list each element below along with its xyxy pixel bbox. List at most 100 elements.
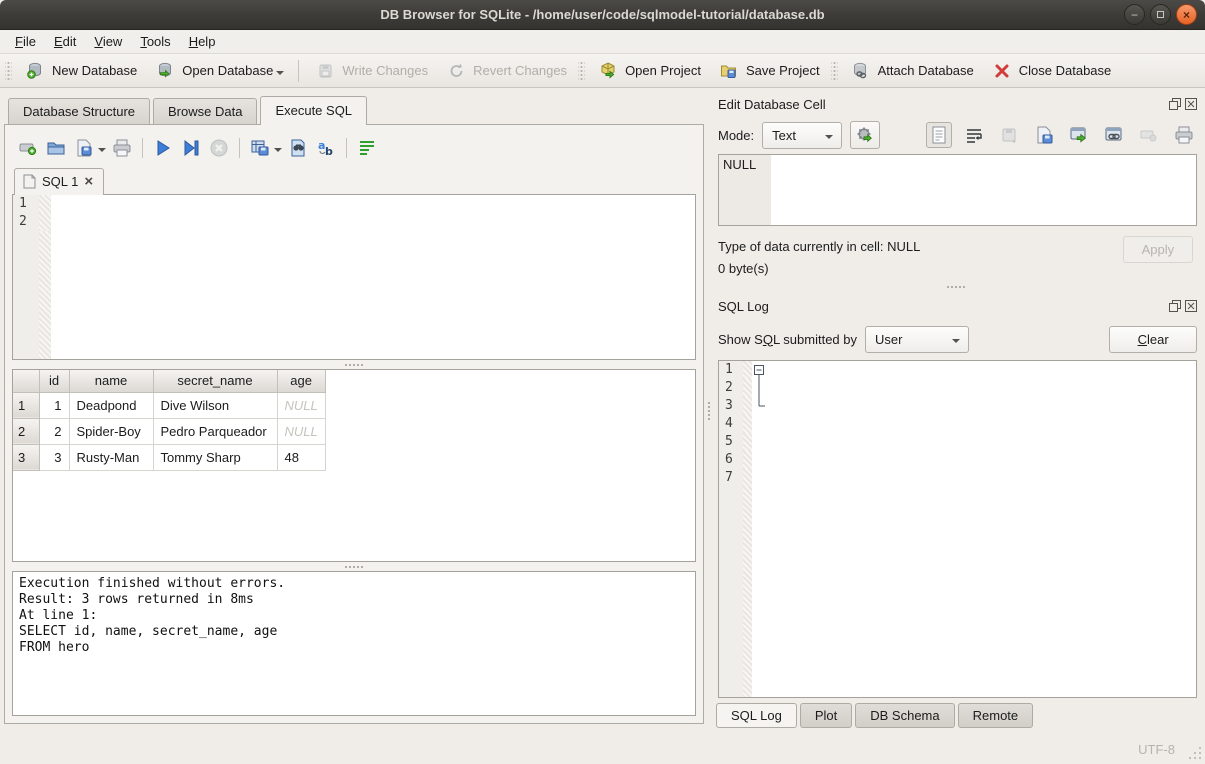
- close-dock-icon[interactable]: [1185, 300, 1197, 312]
- tab-execute-sql[interactable]: Execute SQL: [260, 96, 367, 125]
- menu-view[interactable]: View: [85, 31, 131, 52]
- code-line-1[interactable]: 1: [719, 361, 1196, 379]
- code-line-1[interactable]: 1: [13, 195, 695, 213]
- chevron-down-icon: [952, 339, 960, 347]
- table-cell[interactable]: Dive Wilson: [153, 392, 277, 418]
- splitter-left-right[interactable]: [704, 88, 714, 734]
- code-line-5[interactable]: 5: [719, 433, 1196, 451]
- table-cell[interactable]: Tommy Sharp: [153, 444, 277, 470]
- splitter-editor-results[interactable]: [12, 360, 696, 369]
- table-cell[interactable]: 3: [39, 444, 69, 470]
- bottom-tab-sql-log[interactable]: SQL Log: [716, 703, 797, 728]
- save-sql-file-icon[interactable]: [72, 136, 96, 160]
- resize-grip[interactable]: [1189, 747, 1201, 759]
- code-line-6[interactable]: 6: [719, 451, 1196, 469]
- close-button[interactable]: ×: [1176, 4, 1197, 25]
- tab-database-structure[interactable]: Database Structure: [8, 98, 150, 124]
- splitter-cell-log[interactable]: [714, 280, 1197, 294]
- row-header[interactable]: 2: [13, 418, 39, 444]
- menu-file[interactable]: File: [6, 31, 45, 52]
- titlebar[interactable]: DB Browser for SQLite - /home/user/code/…: [0, 0, 1205, 30]
- menu-edit[interactable]: Edit: [45, 31, 85, 52]
- table-cell[interactable]: NULL: [277, 392, 325, 418]
- maximize-button[interactable]: [1150, 4, 1171, 25]
- bottom-tab-db-schema[interactable]: DB Schema: [855, 703, 954, 728]
- attach-database-button[interactable]: Attach Database: [841, 55, 982, 87]
- row-header[interactable]: 3: [13, 444, 39, 470]
- toolbar-handle[interactable]: [831, 60, 838, 82]
- code-line-4[interactable]: 4: [719, 415, 1196, 433]
- bottom-tab-remote[interactable]: Remote: [958, 703, 1034, 728]
- execution-message-pane[interactable]: Execution finished without errors. Resul…: [12, 571, 696, 716]
- table-cell[interactable]: Rusty-Man: [69, 444, 153, 470]
- row-header[interactable]: 1: [13, 392, 39, 418]
- open-database-dropdown-caret[interactable]: [276, 71, 284, 79]
- maximize-icon: [1157, 11, 1164, 18]
- table-cell[interactable]: 48: [277, 444, 325, 470]
- toolbar-handle[interactable]: [578, 60, 585, 82]
- menu-tools[interactable]: Tools: [131, 31, 179, 52]
- sql-doc-tab[interactable]: SQL 1 ×: [14, 168, 104, 195]
- save-sql-dropdown-caret[interactable]: [98, 148, 106, 156]
- mode-select[interactable]: Text: [762, 122, 842, 149]
- submitted-by-select[interactable]: User: [865, 326, 969, 353]
- apply-button: Apply: [1123, 236, 1194, 263]
- open-database-button[interactable]: Open Database: [145, 55, 292, 87]
- corner-header[interactable]: [13, 370, 39, 392]
- column-header-secret-name[interactable]: secret_name: [153, 370, 277, 392]
- apply-data-button[interactable]: [850, 121, 880, 149]
- cell-value-editor[interactable]: NULL: [718, 154, 1197, 226]
- new-database-button[interactable]: New Database: [15, 55, 145, 87]
- close-dock-icon[interactable]: [1185, 98, 1197, 110]
- table-cell[interactable]: Pedro Parqueador: [153, 418, 277, 444]
- code-line-3[interactable]: 3: [719, 397, 1196, 415]
- table-cell[interactable]: Deadpond: [69, 392, 153, 418]
- float-dock-icon[interactable]: [1169, 98, 1181, 110]
- minimize-button[interactable]: −: [1124, 4, 1145, 25]
- close-database-button[interactable]: Close Database: [982, 55, 1120, 87]
- tab-browse-data[interactable]: Browse Data: [153, 98, 257, 124]
- column-header-age[interactable]: age: [277, 370, 325, 392]
- table-cell[interactable]: 1: [39, 392, 69, 418]
- open-tab-icon[interactable]: [16, 136, 40, 160]
- code-line-7[interactable]: 7: [719, 469, 1196, 487]
- save-project-button[interactable]: Save Project: [709, 55, 828, 87]
- text-mode-icon[interactable]: [926, 122, 952, 148]
- save-as-icon[interactable]: [1031, 122, 1057, 148]
- sql-editor[interactable]: 12: [12, 194, 696, 360]
- execute-current-line-icon[interactable]: [179, 136, 203, 160]
- find-icon[interactable]: [286, 136, 310, 160]
- execute-all-icon[interactable]: [151, 136, 175, 160]
- float-dock-icon[interactable]: [1169, 300, 1181, 312]
- link-icon[interactable]: [1101, 122, 1127, 148]
- save-results-dropdown-caret[interactable]: [274, 148, 282, 156]
- table-row: 11DeadpondDive WilsonNULL: [13, 392, 325, 418]
- line-number: 7: [719, 469, 743, 487]
- clear-button[interactable]: Clear: [1109, 326, 1197, 353]
- word-wrap-icon[interactable]: [355, 136, 379, 160]
- save-project-icon: [717, 59, 741, 83]
- line-number: 6: [719, 451, 743, 469]
- code-line-2[interactable]: 2: [719, 379, 1196, 397]
- word-wrap-cell-icon[interactable]: [961, 122, 987, 148]
- table-cell[interactable]: 2: [39, 418, 69, 444]
- column-header-id[interactable]: id: [39, 370, 69, 392]
- code-line-2[interactable]: 2: [13, 213, 695, 231]
- column-header-name[interactable]: name: [69, 370, 153, 392]
- save-results-icon[interactable]: [248, 136, 272, 160]
- menu-help[interactable]: Help: [180, 31, 225, 52]
- open-project-button[interactable]: Open Project: [588, 55, 709, 87]
- toolbar-handle[interactable]: [5, 60, 12, 82]
- export-icon[interactable]: [1066, 122, 1092, 148]
- sql-log-editor[interactable]: 1234567: [718, 360, 1197, 698]
- sql-doc-tab-close-icon[interactable]: ×: [84, 176, 93, 187]
- print-cell-icon[interactable]: [1171, 122, 1197, 148]
- print-icon[interactable]: [110, 136, 134, 160]
- fold-marker-start[interactable]: [752, 361, 766, 379]
- format-sql-icon[interactable]: ab: [314, 136, 338, 160]
- open-sql-file-icon[interactable]: [44, 136, 68, 160]
- splitter-results-message[interactable]: [12, 562, 696, 571]
- table-cell[interactable]: NULL: [277, 418, 325, 444]
- table-cell[interactable]: Spider-Boy: [69, 418, 153, 444]
- bottom-tab-plot[interactable]: Plot: [800, 703, 852, 728]
